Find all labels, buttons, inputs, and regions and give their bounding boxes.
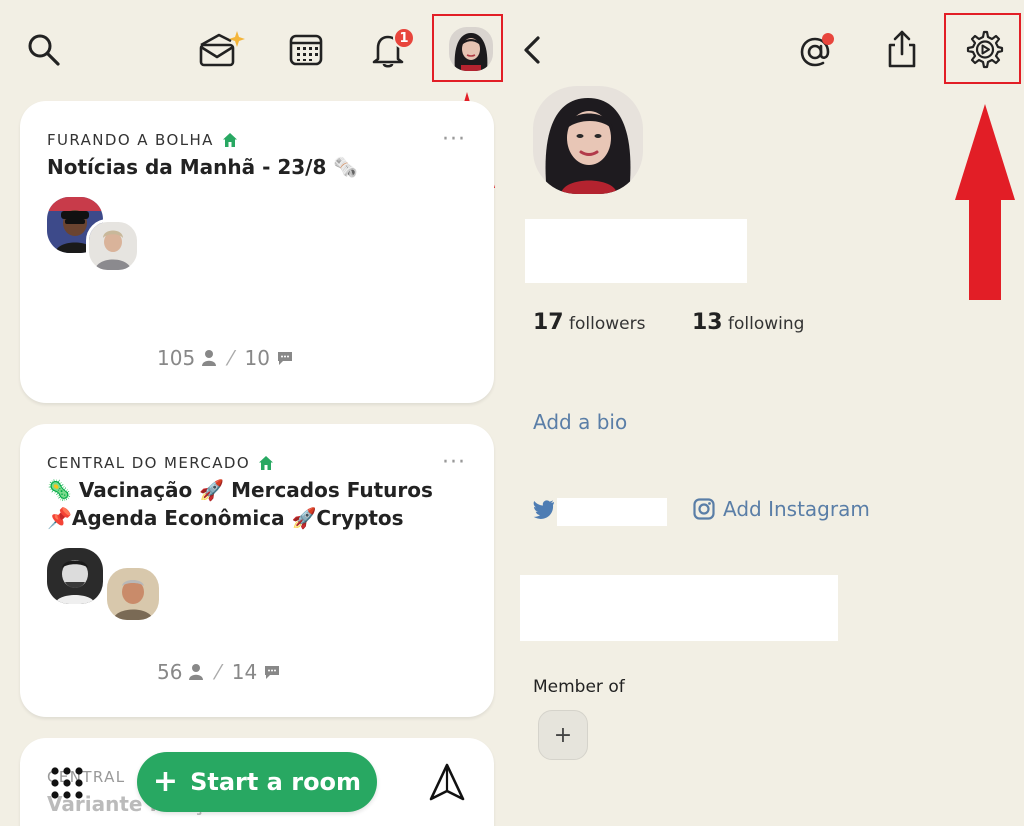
start-room-label: Start a room — [190, 768, 362, 796]
club-label: FURANDO A BOLHA — [47, 131, 214, 149]
chat-bubble-icon — [265, 666, 280, 679]
add-bio-link[interactable]: Add a bio — [533, 410, 627, 434]
followers-count[interactable]: 17 followers — [533, 310, 645, 335]
room-stats: 56 ⁄ 14 — [157, 660, 281, 684]
redacted-name — [525, 219, 747, 283]
paper-plane-icon[interactable] — [424, 760, 470, 806]
person-icon — [202, 350, 217, 366]
person-icon — [189, 664, 204, 680]
plus-icon: + — [152, 764, 179, 799]
red-arrow-up-icon — [955, 104, 1015, 300]
listener-count: 105 — [157, 346, 196, 370]
grid-dots-icon[interactable] — [44, 760, 90, 806]
redacted-twitter-handle — [557, 498, 667, 526]
following-label: following — [728, 314, 805, 334]
invite-envelope-icon[interactable] — [196, 26, 248, 72]
following-count[interactable]: 13 following — [692, 310, 804, 335]
club-label: CENTRAL DO MERCADO — [47, 454, 251, 472]
following-number: 13 — [692, 310, 723, 335]
club-name[interactable]: FURANDO A BOLHA — [47, 131, 238, 149]
speaker-avatar[interactable] — [47, 548, 103, 604]
notification-badge: 1 — [393, 27, 415, 49]
chat-bubble-icon — [277, 352, 292, 365]
more-options-icon[interactable]: ··· — [442, 127, 466, 152]
speaker-count: 10 — [244, 346, 270, 370]
instagram-icon[interactable] — [692, 497, 716, 521]
room-title-line: 📌Agenda Econômica 🚀Cryptos — [47, 506, 404, 530]
back-chevron-icon[interactable] — [516, 30, 548, 70]
room-title: Notícias da Manhã - 23/8 🗞️ — [47, 155, 359, 179]
room-card[interactable]: FURANDO A BOLHA ··· Notícias da Manhã - … — [20, 101, 494, 403]
room-stats: 105 ⁄ 10 — [157, 346, 294, 370]
followers-label: followers — [569, 314, 646, 334]
highlight-box-avatar — [432, 14, 503, 82]
search-icon[interactable] — [22, 28, 66, 72]
add-club-button[interactable]: + — [538, 710, 588, 760]
more-options-icon[interactable]: ··· — [442, 450, 466, 475]
calendar-icon[interactable] — [284, 28, 328, 72]
room-title-line: 🦠 Vacinação 🚀 Mercados Futuros — [47, 478, 433, 502]
room-card[interactable]: CENTRAL DO MERCADO ··· 🦠 Vacinação 🚀 Mer… — [20, 424, 494, 717]
start-room-button[interactable]: + Start a room — [137, 752, 377, 812]
twitter-icon[interactable] — [531, 496, 557, 522]
followers-number: 17 — [533, 310, 564, 335]
speaker-count: 14 — [231, 660, 258, 684]
speaker-avatar[interactable] — [86, 219, 140, 273]
mention-icon[interactable] — [794, 28, 840, 72]
member-of-label: Member of — [533, 677, 625, 697]
house-icon — [222, 133, 237, 147]
listener-count: 56 — [157, 660, 183, 684]
house-icon — [259, 456, 274, 470]
redacted-info — [520, 575, 838, 641]
club-name[interactable]: CENTRAL DO MERCADO — [47, 454, 274, 472]
profile-photo[interactable] — [533, 86, 643, 194]
highlight-box-settings — [944, 13, 1021, 84]
share-icon[interactable] — [882, 26, 922, 72]
hallway-pane: 1 FURANDO A BOLHA ··· Notícias da Manhã … — [0, 0, 512, 826]
add-instagram-link[interactable]: Add Instagram — [723, 497, 870, 521]
speaker-avatar[interactable] — [104, 565, 162, 623]
